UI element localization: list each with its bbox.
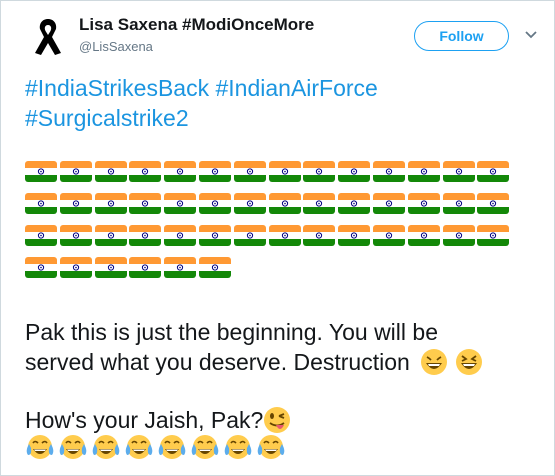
- india-flag-emoji: [268, 225, 301, 246]
- grinning-squinting-emoji: [421, 349, 448, 375]
- india-flag-emoji: [373, 225, 405, 246]
- india-flag-emoji: [94, 161, 127, 182]
- winking-tongue-emoji: [264, 407, 291, 433]
- tears-of-joy-emoji: [158, 435, 186, 459]
- india-flag-emoji: [477, 225, 510, 246]
- india-flag-emoji: [268, 193, 301, 214]
- india-flag-emoji: [59, 193, 92, 214]
- india-flag-emoji: [59, 225, 92, 246]
- india-flag-emoji: [373, 161, 405, 182]
- india-flag-emoji: [94, 193, 127, 214]
- india-flag-emoji: [94, 257, 127, 278]
- india-flag-emoji: [338, 193, 371, 214]
- india-flag-emoji: [477, 161, 510, 182]
- india-flag-emoji: [268, 161, 301, 182]
- india-flag-emoji: [442, 193, 475, 214]
- india-flag-emoji: [373, 193, 405, 214]
- india-flag-emoji: [129, 193, 162, 214]
- india-flag-emoji: [477, 193, 510, 214]
- india-flag-emoji: [407, 225, 440, 246]
- india-flag-emoji: [407, 161, 440, 182]
- tears-of-joy-emoji: [125, 435, 153, 459]
- india-flag-emoji: [442, 225, 475, 246]
- tears-of-joy-emoji: [224, 435, 252, 459]
- hashtag-line[interactable]: #Surgicalstrike2: [25, 103, 545, 133]
- tears-of-joy-emoji: [59, 435, 87, 459]
- india-flag-emoji: [233, 161, 266, 182]
- tears-of-joy-emoji: [191, 435, 219, 459]
- tweet-text-question: How's your Jaish, Pak?: [25, 405, 545, 435]
- follow-button[interactable]: Follow: [414, 21, 509, 51]
- india-flag-emoji: [25, 193, 57, 214]
- hashtag-line[interactable]: #IndiaStrikesBack #IndianAirForce: [25, 73, 545, 103]
- tears-of-joy-emoji: [257, 435, 285, 459]
- black-ribbon-icon[interactable]: [31, 17, 65, 57]
- india-flag-emoji: [59, 161, 92, 182]
- tweet-text-fragment: served what you deserve. Destruction: [25, 349, 410, 375]
- india-flag-emoji: [25, 225, 57, 246]
- author-name[interactable]: Lisa Saxena #ModiOnceMore: [79, 15, 314, 35]
- india-flag-emoji: [129, 225, 162, 246]
- chevron-down-icon[interactable]: [524, 27, 538, 41]
- india-flag-emoji: [25, 161, 57, 182]
- tweet-text-line: Pak this is just the beginning. You will…: [25, 319, 438, 345]
- hashtags: #IndiaStrikesBack #IndianAirForce #Surgi…: [25, 73, 545, 133]
- india-flag-emoji: [199, 225, 231, 246]
- india-flag-emoji: [164, 257, 197, 278]
- india-flag-emoji: [164, 193, 197, 214]
- tweet-text: Pak this is just the beginning. You will…: [25, 317, 545, 377]
- india-flag-emoji: [129, 257, 162, 278]
- india-flag-emoji: [303, 193, 336, 214]
- tweet-card: Lisa Saxena #ModiOnceMore @LisSaxena Fol…: [0, 0, 555, 476]
- india-flag-emoji: [59, 257, 92, 278]
- india-flag-emoji: [303, 225, 336, 246]
- india-flag-emoji: [338, 161, 371, 182]
- india-flag-emoji: [164, 161, 197, 182]
- india-flag-emoji: [25, 257, 57, 278]
- tweet-text-line: served what you deserve. Destruction: [25, 347, 545, 377]
- india-flag-emoji: [199, 193, 231, 214]
- india-flag-emoji: [94, 225, 127, 246]
- india-flag-emoji: [338, 225, 371, 246]
- india-flag-emoji: [164, 225, 197, 246]
- india-flag-emoji: [303, 161, 336, 182]
- india-flag-emoji: [442, 161, 475, 182]
- india-flag-emoji: [199, 161, 231, 182]
- india-flag-emoji: [129, 161, 162, 182]
- india-flag-emoji: [233, 193, 266, 214]
- india-flag-emoji: [199, 257, 231, 278]
- tears-of-joy-emoji: [92, 435, 120, 459]
- author-handle[interactable]: @LisSaxena: [79, 39, 153, 54]
- tweet-text-fragment: How's your Jaish, Pak?: [25, 407, 264, 433]
- laughing-emoji: [455, 349, 482, 375]
- tears-of-joy-emoji: [26, 435, 54, 459]
- india-flag-emoji: [407, 193, 440, 214]
- india-flag-emoji: [233, 225, 266, 246]
